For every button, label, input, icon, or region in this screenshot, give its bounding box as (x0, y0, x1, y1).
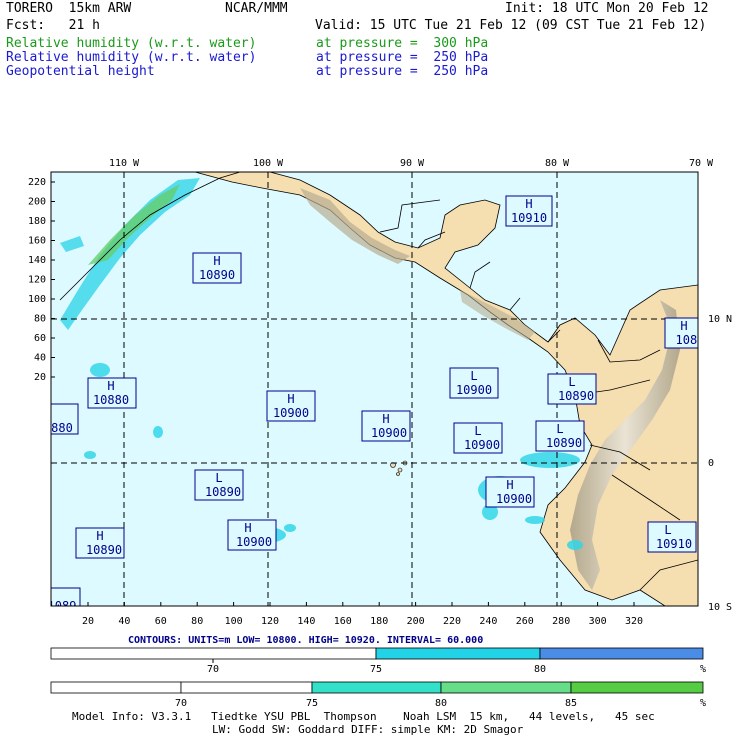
pc-4-value: 10880 (93, 393, 129, 407)
x-tick-label: 180 (370, 616, 388, 627)
cb300-label-85: 85 (565, 698, 577, 709)
pc-3-value: 1089 (676, 333, 705, 347)
contour-info: CONTOURS: UNITS=m LOW= 10800. HIGH= 1092… (128, 635, 483, 646)
x-tick-label: 260 (516, 616, 534, 627)
cb250-seg-2 (375, 647, 541, 660)
longitude-labels: 110 W 100 W 90 W 80 W 70 W (109, 158, 714, 169)
y-tick-label: 140 (28, 255, 46, 266)
y-tick-label: 20 (34, 372, 46, 383)
pc-2-value: 10890 (199, 268, 235, 282)
pc-16-type: L (664, 523, 671, 537)
cb300-label-70: 70 (175, 698, 187, 709)
cb300-seg-4 (440, 681, 572, 694)
x-tick-label: 160 (334, 616, 352, 627)
weather-map: H 10910 H 10890 H 1089 H 10880 H 10900 L… (28, 158, 732, 709)
x-tick-label: 120 (261, 616, 279, 627)
pc-7-type: L (568, 375, 575, 389)
lat-label: 10 S (708, 602, 732, 613)
cb300-label-75: 75 (306, 698, 318, 709)
y-tick-label: 160 (28, 236, 46, 247)
model-info: Model Info: V3.3.1 Tiedtke YSU PBL Thomp… (72, 710, 655, 723)
pc-5-value: 10900 (273, 406, 309, 420)
cb300-seg-1 (50, 681, 182, 694)
cb300-label-80: 80 (435, 698, 447, 709)
pc-11-value: 10890 (546, 436, 582, 450)
pc-10-value: 10900 (464, 438, 500, 452)
cb300-seg-3 (311, 681, 442, 694)
pc-6-value: 10900 (456, 383, 492, 397)
pc-14-value: 10890 (86, 543, 122, 557)
x-tick-label: 80 (191, 616, 203, 627)
pc-4-type: H (107, 379, 114, 393)
cb250-label-80: 80 (534, 664, 546, 675)
cb300-label-pct: % (700, 698, 706, 709)
y-tick-label: 40 (34, 353, 46, 364)
pc-13-value: 10890 (205, 485, 241, 499)
x-tick-label: 40 (118, 616, 130, 627)
cb250-seg-3 (539, 647, 704, 660)
y-tick-label: 60 (34, 333, 46, 344)
colorbar-rh300: 70 75 80 85 % (50, 681, 706, 709)
cb250-label-70: 70 (207, 664, 219, 675)
lon-label: 70 W (689, 158, 714, 169)
y-tick-label: 80 (34, 314, 46, 325)
lat-label: 10 N (708, 314, 732, 325)
x-tick-label: 320 (625, 616, 643, 627)
pc-15-type: H (244, 521, 251, 535)
cb300-seg-2 (180, 681, 313, 694)
pc-5-type: H (287, 392, 294, 406)
pc-12-type: H (506, 478, 513, 492)
lon-label: 80 W (545, 158, 570, 169)
pc-8-value: 880 (51, 421, 73, 435)
cb300-seg-5 (570, 681, 704, 694)
pc-6-type: L (470, 369, 477, 383)
x-tick-label: 240 (479, 616, 497, 627)
y-tick-label: 220 (28, 177, 46, 188)
physics-info: LW: Godd SW: Goddard DIFF: simple KM: 2D… (212, 723, 524, 736)
cb250-seg-1 (50, 647, 377, 660)
pc-1-value: 10910 (511, 211, 547, 225)
lat-label: 0 (708, 458, 714, 469)
pc-15-value: 10900 (236, 535, 272, 549)
x-tick-label: 20 (82, 616, 94, 627)
pc-12-value: 10900 (496, 492, 532, 506)
x-tick-label: 280 (552, 616, 570, 627)
pc-1-type: H (525, 197, 532, 211)
lon-label: 90 W (400, 158, 425, 169)
pc-9-type: H (382, 412, 389, 426)
lon-label: 100 W (253, 158, 284, 169)
cb250-label-pct: % (700, 664, 706, 675)
x-tick-label: 140 (297, 616, 315, 627)
y-tick-label: 180 (28, 216, 46, 227)
pc-14-type: H (96, 529, 103, 543)
y-tick-label: 200 (28, 197, 46, 208)
pc-2-type: H (213, 254, 220, 268)
colorbar-rh250: 70 75 80 % (50, 647, 706, 675)
pc-13-type: L (215, 471, 222, 485)
x-tick-label: 300 (589, 616, 607, 627)
x-tick-label: 100 (225, 616, 243, 627)
y-tick-label: 120 (28, 275, 46, 286)
pc-7-value: 10890 (558, 389, 594, 403)
pc-11-type: L (556, 422, 563, 436)
cb250-label-75: 75 (370, 664, 382, 675)
pc-3-type: H (680, 319, 687, 333)
lon-label: 110 W (109, 158, 140, 169)
x-tick-label: 200 (407, 616, 425, 627)
pc-10-type: L (474, 424, 481, 438)
pc-16-value: 10910 (656, 537, 692, 551)
y-tick-label: 100 (28, 294, 46, 305)
latitude-labels: 10 N 0 10 S (708, 314, 732, 613)
pc-9-value: 10900 (371, 426, 407, 440)
x-tick-label: 60 (155, 616, 167, 627)
x-tick-label: 220 (443, 616, 461, 627)
